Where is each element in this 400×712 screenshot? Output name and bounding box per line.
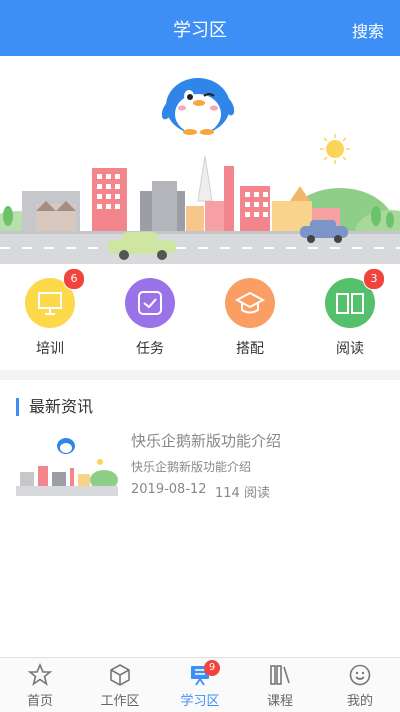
penguin-mascot — [161, 78, 235, 135]
top-bar: 学习区 搜索 — [0, 0, 400, 56]
cube-icon — [110, 664, 130, 686]
checkmark-task-icon — [125, 278, 175, 328]
sun-icon — [320, 134, 350, 164]
shortcut-tasks[interactable]: 任务 — [110, 278, 190, 358]
presentation-board-icon: 6 — [25, 268, 85, 328]
tab-courses-label: 课程 — [266, 694, 293, 709]
shortcut-training[interactable]: 6 培训 — [10, 268, 90, 358]
shortcut-matching[interactable]: 搭配 — [210, 278, 290, 358]
tab-mine[interactable]: 我的 — [320, 658, 400, 712]
shortcut-training-label: 培训 — [36, 341, 64, 357]
tab-mine-label: 我的 — [346, 694, 373, 709]
shortcut-reading[interactable]: 3 阅读 — [310, 268, 390, 358]
news-heading: 最新资讯 — [16, 398, 93, 416]
news-description: 快乐企鹅新版功能介绍 — [131, 460, 252, 474]
city-illustration — [0, 78, 400, 264]
tab-study-label: 学习区 — [180, 694, 220, 709]
news-read-count: 114 阅读 — [215, 486, 270, 501]
open-book-icon: 3 — [325, 268, 385, 328]
tab-courses[interactable]: 课程 — [240, 658, 320, 712]
news-date: 2019-08-12 — [131, 482, 207, 497]
books-icon — [270, 665, 290, 685]
star-icon — [27, 662, 53, 686]
news-thumbnail — [16, 432, 118, 496]
tab-workspace[interactable]: 工作区 — [80, 658, 160, 712]
tab-study[interactable]: 9 学习区 — [160, 658, 240, 712]
shortcut-matching-label: 搭配 — [236, 341, 264, 357]
tab-workspace-label: 工作区 — [100, 694, 140, 709]
training-badge: 6 — [63, 268, 85, 290]
banner — [0, 56, 400, 264]
tab-home[interactable]: 首页 — [0, 658, 80, 712]
page-title: 学习区 — [173, 20, 227, 41]
tab-home-label: 首页 — [26, 694, 53, 709]
shortcut-reading-label: 阅读 — [336, 341, 364, 357]
smiley-face-icon — [349, 664, 371, 686]
graduation-cap-icon — [225, 278, 275, 328]
search-button[interactable]: 搜索 — [352, 18, 384, 42]
news-title: 快乐企鹅新版功能介绍 — [131, 432, 282, 450]
reading-badge: 3 — [363, 268, 385, 290]
shortcut-tasks-label: 任务 — [136, 341, 164, 357]
news-item[interactable]: 快乐企鹅新版功能介绍 快乐企鹅新版功能介绍 2019-08-12 114 阅读 — [16, 432, 384, 502]
shortcut-grid: 6 培训 任务 搭配 3 阅读 — [0, 264, 400, 370]
bottom-tab-bar: 首页 工作区 9 学习区 课程 我的 — [0, 657, 400, 712]
news-section: 最新资讯 快乐企鹅新版功能介绍 快乐企鹅新版功能介绍 2019-08-12 11… — [0, 380, 400, 657]
tab-study-badge: 9 — [204, 660, 220, 676]
